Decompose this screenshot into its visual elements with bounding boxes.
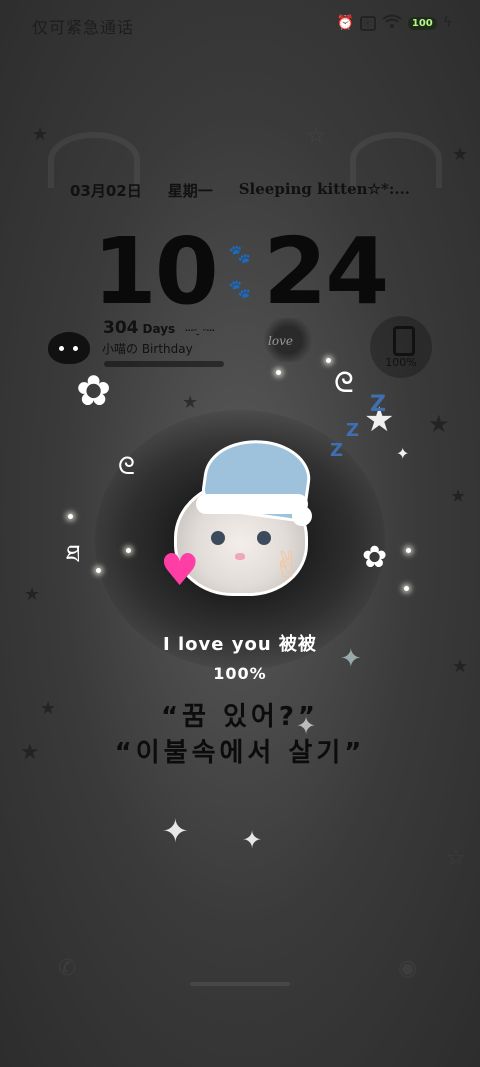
days-number: 304 [103, 318, 139, 338]
korean-quote-2: “이불속에서 살기” [114, 738, 366, 768]
glow-dot [68, 514, 73, 519]
sleep-z-icon: Z [370, 392, 386, 417]
battery-widget[interactable]: 100% [370, 316, 432, 378]
sleep-z-icon: Z [346, 420, 360, 441]
home-indicator[interactable] [190, 982, 290, 986]
star-icon: ★ [450, 486, 467, 507]
flower-doodle-icon: ✿ [76, 366, 112, 415]
status-icons: ⏰ ⓔ 100 ϟ [336, 14, 452, 32]
paw-icon: 🐾 [228, 243, 252, 265]
battery-icon: 100 [407, 16, 437, 30]
heart-icon: ♥ [160, 545, 200, 596]
swirl-doodle-icon: ᘓ [118, 452, 135, 480]
glow-dot [326, 358, 331, 363]
weekday-text: 星期一 [167, 182, 213, 200]
clock: 10 🐾 🐾 24 [0, 218, 480, 325]
korean-quote-1: “꿈 있어?” [160, 702, 320, 732]
swirl-doodle-icon: ᘓ [334, 366, 354, 399]
days-decoration: ⋯ᵕ ̫ ᵕ⋯ [185, 326, 215, 335]
black-cat-icon [48, 332, 90, 364]
sparkle-icon: ✦ [242, 826, 263, 854]
days-label: 小喵の Birthday [102, 342, 193, 356]
star-icon: ★ [32, 124, 49, 145]
wing-doodle-icon: ཐ [66, 540, 81, 568]
days-unit: Days [142, 322, 176, 336]
sleep-z-icon: Z [330, 440, 344, 461]
glow-dot [96, 568, 101, 573]
star-outline-icon: ☆ [306, 124, 326, 149]
camera-icon: ◉ [398, 956, 418, 981]
star-icon: ★ [452, 144, 469, 165]
love-text: love [268, 334, 293, 348]
flower-doodle-icon: ✿ [362, 540, 388, 575]
camera-shortcut[interactable]: ◉ [388, 948, 432, 992]
clock-minutes: 24 [263, 218, 389, 325]
phone-icon: ✆ [58, 956, 77, 981]
star-icon: ★ [24, 584, 41, 605]
phone-shortcut[interactable]: ✆ [48, 948, 92, 992]
carrier-text: 仅可紧急通话 [32, 18, 135, 37]
paw-icon: 🐾 [228, 278, 252, 300]
love-percent: 100% [213, 664, 267, 683]
sparkle-icon: ✦ [162, 812, 189, 850]
battery-cell-icon [393, 326, 415, 356]
days-count: 304 Days ⋯ᵕ ̫ ᵕ⋯ [103, 318, 214, 338]
star-outline-icon: ☆ [446, 846, 466, 871]
days-progress-bar [104, 361, 224, 367]
star-icon: ★ [428, 410, 450, 438]
clock-separator: 🐾 🐾 [229, 244, 251, 300]
charging-icon: ϟ [442, 15, 452, 31]
battery-percent: 100% [385, 356, 417, 369]
star-icon: ✦ [396, 444, 410, 463]
sleep-hat-pompom [292, 506, 312, 526]
love-line: I love you 被被 [163, 634, 317, 655]
glow-dot [406, 548, 411, 553]
sleep-hat-brim [196, 494, 308, 514]
caption-text: Sleeping kitten☆*:... [238, 180, 411, 198]
wifi-icon [382, 14, 402, 32]
peace-hand-icon: ✌ [272, 545, 303, 586]
date-text: 03月02日 [69, 182, 142, 200]
glow-dot [404, 586, 409, 591]
alarm-icon: ⏰ [336, 15, 354, 31]
clock-hours: 10 [92, 218, 219, 325]
sim-icon: ⓔ [359, 15, 376, 31]
date-row: 03月02日 星期一 Sleeping kitten☆*:... [0, 180, 480, 201]
glow-dot [276, 370, 281, 375]
status-bar: 仅可紧急通话 ⏰ ⓔ 100 ϟ [0, 0, 480, 48]
glow-dot [126, 548, 131, 553]
star-icon: ★ [182, 392, 199, 413]
